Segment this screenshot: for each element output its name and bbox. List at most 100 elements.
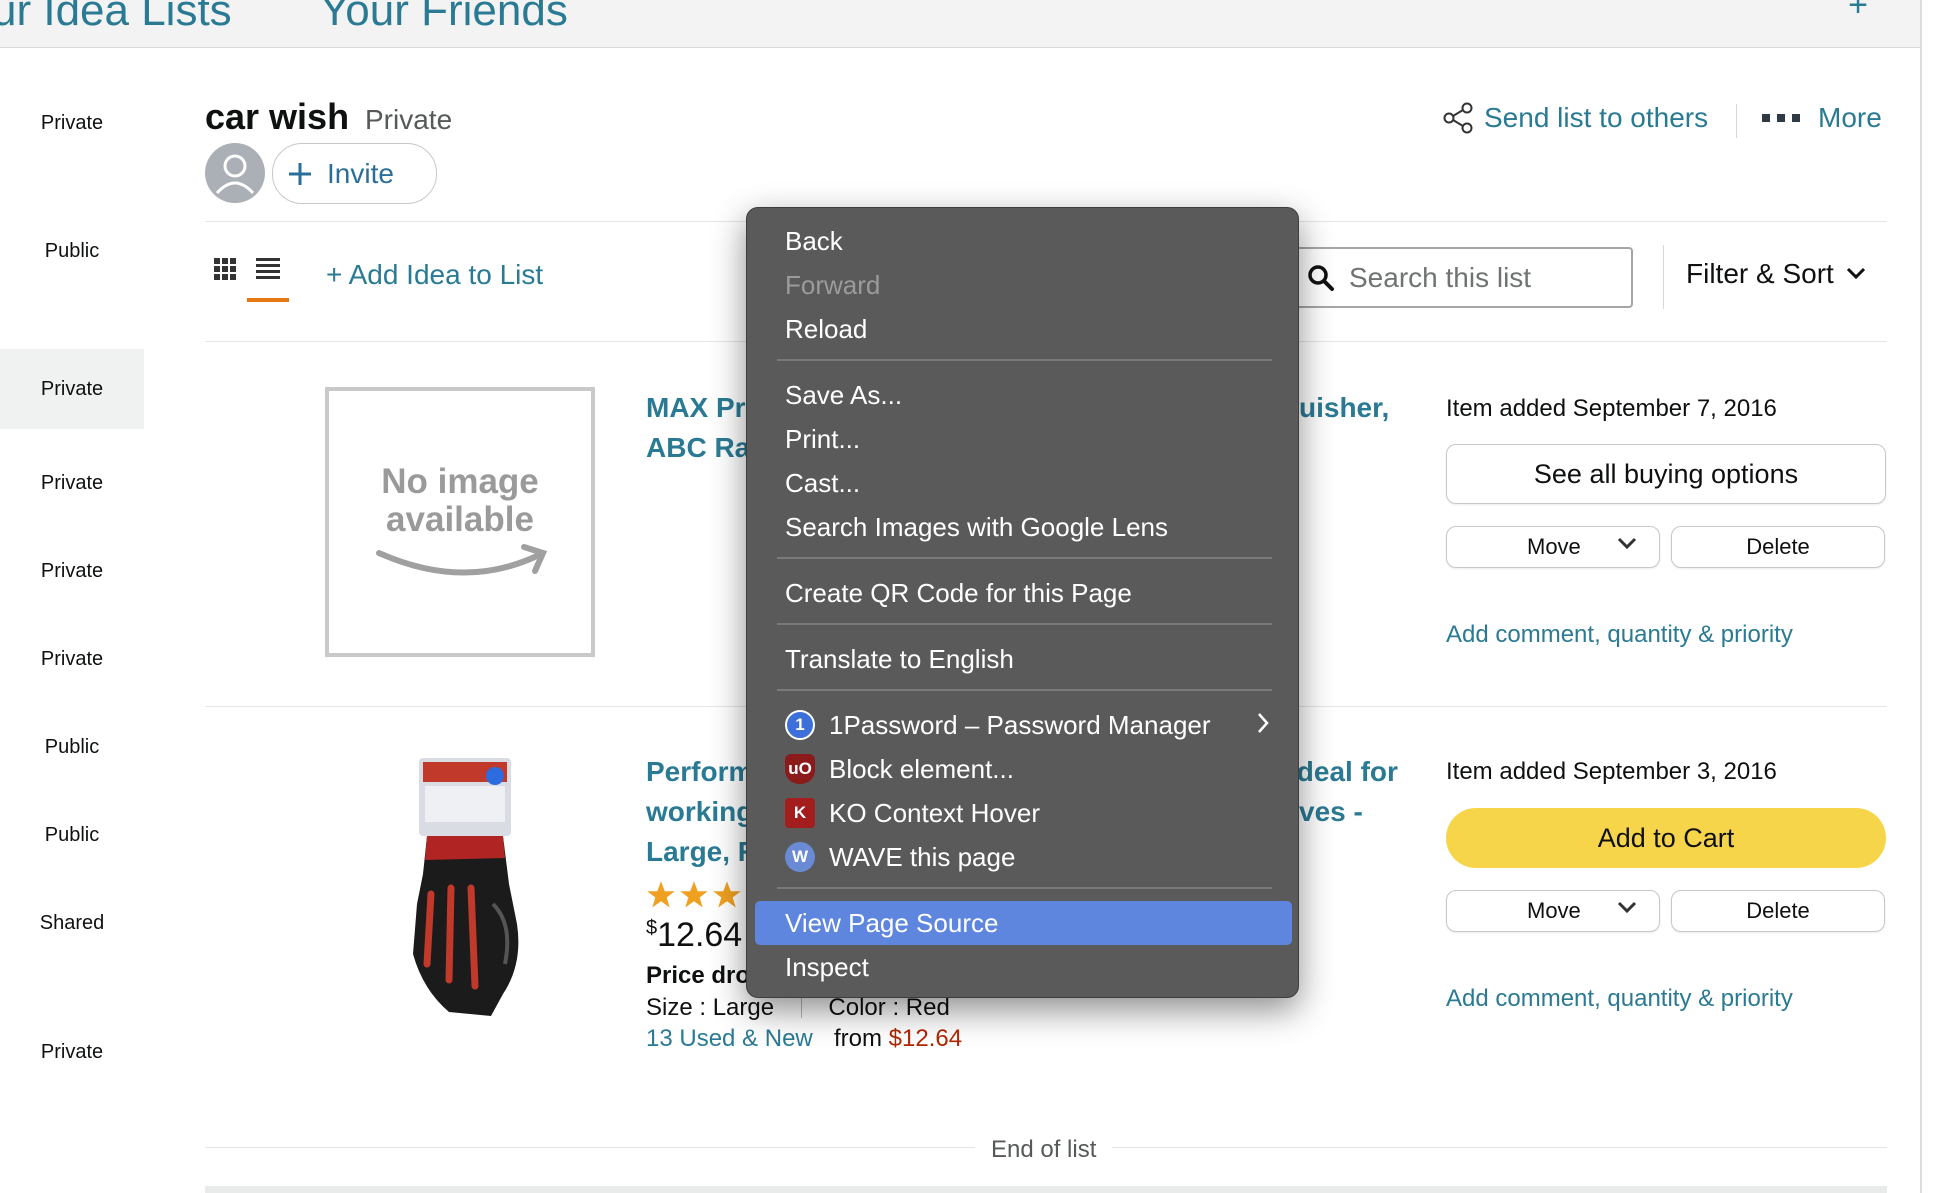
add-comment-link[interactable]: Add comment, quantity & priority bbox=[1446, 621, 1793, 649]
grid-view-icon[interactable] bbox=[214, 258, 236, 280]
page-right-border bbox=[1920, 0, 1922, 1193]
sidebar-list-item[interactable]: Shared bbox=[0, 912, 144, 942]
ublock-icon: uO bbox=[785, 754, 815, 784]
smile-arrow-icon bbox=[376, 544, 548, 576]
search-input[interactable]: Search this list bbox=[1295, 247, 1633, 308]
item-title-link[interactable]: MAX Pr bbox=[646, 388, 746, 428]
see-buying-options-button[interactable]: See all buying options bbox=[1446, 444, 1886, 504]
menu-item-google-lens[interactable]: Search Images with Google Lens bbox=[755, 505, 1292, 549]
menu-item-label: View Page Source bbox=[785, 907, 999, 938]
sidebar-list-item[interactable]: Private bbox=[0, 472, 144, 502]
move-dropdown[interactable]: Move bbox=[1446, 890, 1660, 932]
send-list-label: Send list to others bbox=[1484, 102, 1709, 133]
add-list-plus-icon[interactable]: + bbox=[1848, 0, 1868, 25]
chevron-down-icon bbox=[1617, 901, 1637, 914]
menu-item-label: Forward bbox=[785, 269, 881, 300]
menu-item-label: Block element... bbox=[829, 753, 1014, 784]
active-view-indicator bbox=[247, 298, 289, 302]
send-list-link[interactable]: Send list to others bbox=[1442, 98, 1708, 138]
no-image-placeholder: No image available bbox=[325, 387, 595, 657]
product-image-glove bbox=[413, 758, 519, 1016]
menu-item-label: Save As... bbox=[785, 379, 903, 410]
sidebar-list-item[interactable]: Public bbox=[0, 824, 144, 854]
move-label: Move bbox=[1527, 534, 1581, 559]
used-new-link[interactable]: 13 Used & New bbox=[646, 1025, 813, 1053]
item-added-date: Item added September 3, 2016 bbox=[1446, 758, 1777, 785]
item-title-link[interactable]: working bbox=[646, 792, 753, 832]
menu-separator bbox=[777, 689, 1272, 691]
divider bbox=[1736, 104, 1737, 138]
item-title-link[interactable]: Large, R bbox=[646, 832, 758, 872]
price-value: 12.64 bbox=[657, 916, 743, 954]
list-privacy-label: Private bbox=[365, 104, 453, 135]
delete-button[interactable]: Delete bbox=[1671, 526, 1885, 568]
item-title-link[interactable]: Perform bbox=[646, 752, 753, 792]
chevron-down-icon bbox=[1846, 267, 1865, 280]
move-label: Move bbox=[1527, 898, 1581, 923]
menu-item-cast[interactable]: Cast... bbox=[755, 461, 1292, 505]
sidebar-list-item[interactable]: Private bbox=[0, 648, 144, 678]
menu-separator bbox=[777, 887, 1272, 889]
chevron-down-icon bbox=[1617, 537, 1637, 550]
menu-item-inspect[interactable]: Inspect bbox=[755, 945, 1292, 989]
bottom-band bbox=[205, 1186, 1887, 1193]
menu-item-qr-code[interactable]: Create QR Code for this Page bbox=[755, 571, 1292, 615]
menu-item-label: Create QR Code for this Page bbox=[785, 577, 1132, 608]
item-added-date: Item added September 7, 2016 bbox=[1446, 395, 1777, 422]
from-price: from $12.64 bbox=[834, 1025, 962, 1053]
menu-item-block-element[interactable]: uO Block element... bbox=[755, 747, 1292, 791]
menu-separator bbox=[777, 359, 1272, 361]
list-view-icon[interactable] bbox=[256, 258, 280, 280]
move-dropdown[interactable]: Move bbox=[1446, 526, 1660, 568]
invite-button[interactable]: Invite bbox=[272, 143, 437, 204]
share-icon bbox=[1443, 102, 1473, 134]
add-to-cart-button[interactable]: Add to Cart bbox=[1446, 808, 1886, 868]
menu-item-label: Search Images with Google Lens bbox=[785, 511, 1168, 542]
chevron-right-icon bbox=[1258, 713, 1269, 733]
sidebar-list-item[interactable]: Private bbox=[0, 112, 144, 142]
menu-item-forward: Forward bbox=[755, 263, 1292, 307]
sidebar-list-item[interactable]: Private bbox=[0, 560, 144, 590]
menu-item-label: 1Password – Password Manager bbox=[829, 709, 1211, 740]
menu-item-wave[interactable]: W WAVE this page bbox=[755, 835, 1292, 879]
menu-item-back[interactable]: Back bbox=[755, 219, 1292, 263]
menu-item-save-as[interactable]: Save As... bbox=[755, 373, 1292, 417]
context-menu: Back Forward Reload Save As... Print... … bbox=[746, 207, 1299, 998]
star-icon bbox=[680, 881, 708, 908]
menu-item-translate[interactable]: Translate to English bbox=[755, 637, 1292, 681]
no-image-text: No image available bbox=[381, 462, 539, 539]
item-title-link[interactable]: ves - bbox=[1299, 792, 1363, 832]
menu-item-ko-context-hover[interactable]: K KO Context Hover bbox=[755, 791, 1292, 835]
menu-item-label: Reload bbox=[785, 313, 868, 344]
add-comment-link[interactable]: Add comment, quantity & priority bbox=[1446, 985, 1793, 1013]
avatar-icon bbox=[205, 143, 265, 203]
item-title-link[interactable]: Ideal for bbox=[1289, 752, 1398, 792]
sidebar-list-item[interactable]: Public bbox=[0, 240, 144, 270]
tab-idea-lists[interactable]: ur Idea Lists bbox=[0, 0, 232, 36]
top-nav: ur Idea Lists Your Friends + bbox=[0, 0, 1920, 48]
color-label: Color : Red bbox=[828, 994, 950, 1021]
price-drop-text: Price dro bbox=[646, 962, 751, 989]
from-price-value: $12.64 bbox=[888, 1025, 963, 1052]
filter-sort-button[interactable]: Filter & Sort bbox=[1686, 258, 1866, 290]
divider bbox=[1663, 245, 1664, 309]
list-title: car wish bbox=[205, 96, 350, 137]
more-label: More bbox=[1818, 102, 1882, 133]
sidebar-list-item[interactable]: Public bbox=[0, 736, 144, 766]
menu-item-1password[interactable]: 1 1Password – Password Manager bbox=[755, 703, 1292, 747]
tab-your-friends[interactable]: Your Friends bbox=[320, 0, 568, 36]
more-menu-button[interactable]: More bbox=[1762, 98, 1882, 138]
item-title-link[interactable]: ABC Rat bbox=[646, 428, 760, 468]
menu-item-print[interactable]: Print... bbox=[755, 417, 1292, 461]
menu-item-label: Print... bbox=[785, 423, 861, 454]
plus-icon bbox=[289, 162, 311, 185]
add-idea-link[interactable]: + Add Idea to List bbox=[326, 259, 543, 291]
delete-button[interactable]: Delete bbox=[1671, 890, 1885, 932]
star-rating[interactable] bbox=[646, 880, 742, 910]
search-placeholder: Search this list bbox=[1349, 261, 1532, 293]
sidebar-list-item-active[interactable]: Private bbox=[0, 349, 144, 429]
sidebar-list-item[interactable]: Private bbox=[0, 1041, 144, 1071]
menu-item-reload[interactable]: Reload bbox=[755, 307, 1292, 351]
menu-item-view-source[interactable]: View Page Source bbox=[755, 901, 1292, 945]
item-title-link[interactable]: uisher, bbox=[1299, 388, 1389, 428]
